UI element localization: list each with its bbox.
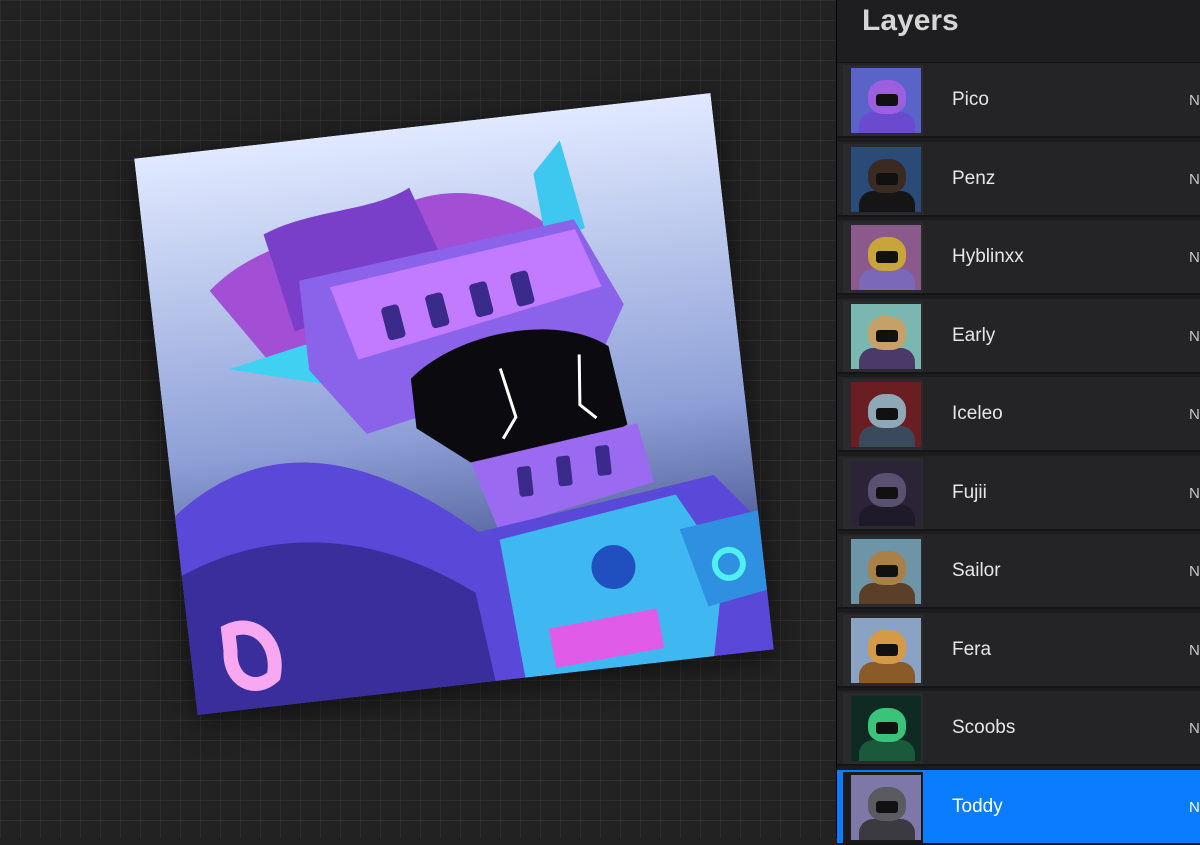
- gold-mask-bear-thumbnail: [851, 225, 921, 290]
- layer-blend-mode-button[interactable]: N: [1189, 328, 1200, 345]
- layer-name: Early: [952, 324, 996, 346]
- layer-row-toddy[interactable]: Toddy N: [837, 769, 1200, 845]
- crowned-bear-thumbnail: [851, 617, 921, 683]
- panel-title: Layers: [862, 4, 959, 37]
- layer-thumbnail-frame: [843, 614, 923, 686]
- skeleton-bear-thumbnail: [851, 696, 921, 761]
- layer-thumbnail-frame: [843, 222, 923, 293]
- sailor-bear-thumbnail: [851, 539, 921, 604]
- layer-row-penz[interactable]: Penz N: [837, 141, 1200, 217]
- layer-thumbnail-frame: [843, 771, 923, 843]
- layer-row-early[interactable]: Early N: [837, 298, 1200, 374]
- layer-name: Hyblinxx: [952, 246, 1024, 267]
- layer-thumbnail-frame: [843, 300, 923, 372]
- layer-blend-mode-button[interactable]: N: [1189, 406, 1200, 423]
- layer-thumbnail-frame: [843, 536, 923, 607]
- layer-row-fujii[interactable]: Fujii N: [837, 455, 1200, 531]
- layers-panel-header: Layers: [837, 0, 1200, 63]
- layer-blend-mode-button[interactable]: N: [1189, 642, 1200, 659]
- layer-row-hyblinxx[interactable]: Hyblinxx N: [837, 220, 1200, 295]
- layers-panel: Layers Pico N Penz N Hyblinxx N Early N Iceleo N F…: [836, 0, 1200, 845]
- layer-thumbnail-frame: [843, 457, 923, 529]
- hooded-bear-thumbnail: [851, 146, 921, 212]
- dark-bear-thumbnail: [851, 460, 921, 526]
- layer-thumbnail-frame: [843, 693, 923, 764]
- layer-thumbnail-frame: [843, 65, 923, 136]
- layer-name: Sailor: [952, 560, 1001, 581]
- layer-thumbnail-frame: [843, 379, 923, 450]
- layer-row-pico[interactable]: Pico N: [837, 63, 1200, 138]
- armored-knight-artwork[interactable]: [134, 92, 774, 716]
- layer-thumbnail-frame: [843, 143, 923, 215]
- layer-blend-mode-button[interactable]: N: [1189, 720, 1200, 737]
- layer-row-fera[interactable]: Fera N: [837, 612, 1200, 688]
- layer-blend-mode-button[interactable]: N: [1189, 799, 1200, 816]
- layer-row-iceleo[interactable]: Iceleo N: [837, 377, 1200, 452]
- layer-blend-mode-button[interactable]: N: [1189, 92, 1200, 109]
- layer-blend-mode-button[interactable]: N: [1189, 249, 1200, 266]
- layer-name: Fujii: [952, 481, 987, 503]
- layer-name: Fera: [952, 638, 992, 660]
- layer-row-sailor[interactable]: Sailor N: [837, 534, 1200, 609]
- explorer-bear-thumbnail: [851, 303, 921, 369]
- armored-bear-thumbnail: [851, 774, 921, 840]
- layer-name: Penz: [952, 167, 996, 189]
- layer-name: Iceleo: [952, 403, 1003, 424]
- layer-row-scoobs[interactable]: Scoobs N: [837, 691, 1200, 766]
- layer-blend-mode-button[interactable]: N: [1189, 171, 1200, 188]
- drawing-canvas[interactable]: [0, 0, 836, 838]
- layer-name: Scoobs: [952, 717, 1016, 738]
- armored-knight-thumbnail: [851, 68, 921, 133]
- ice-lion-thumbnail: [851, 382, 921, 447]
- layer-name: Pico: [952, 89, 989, 110]
- layer-blend-mode-button[interactable]: N: [1189, 485, 1200, 502]
- layer-name: Toddy: [952, 795, 1003, 817]
- layer-blend-mode-button[interactable]: N: [1189, 563, 1200, 580]
